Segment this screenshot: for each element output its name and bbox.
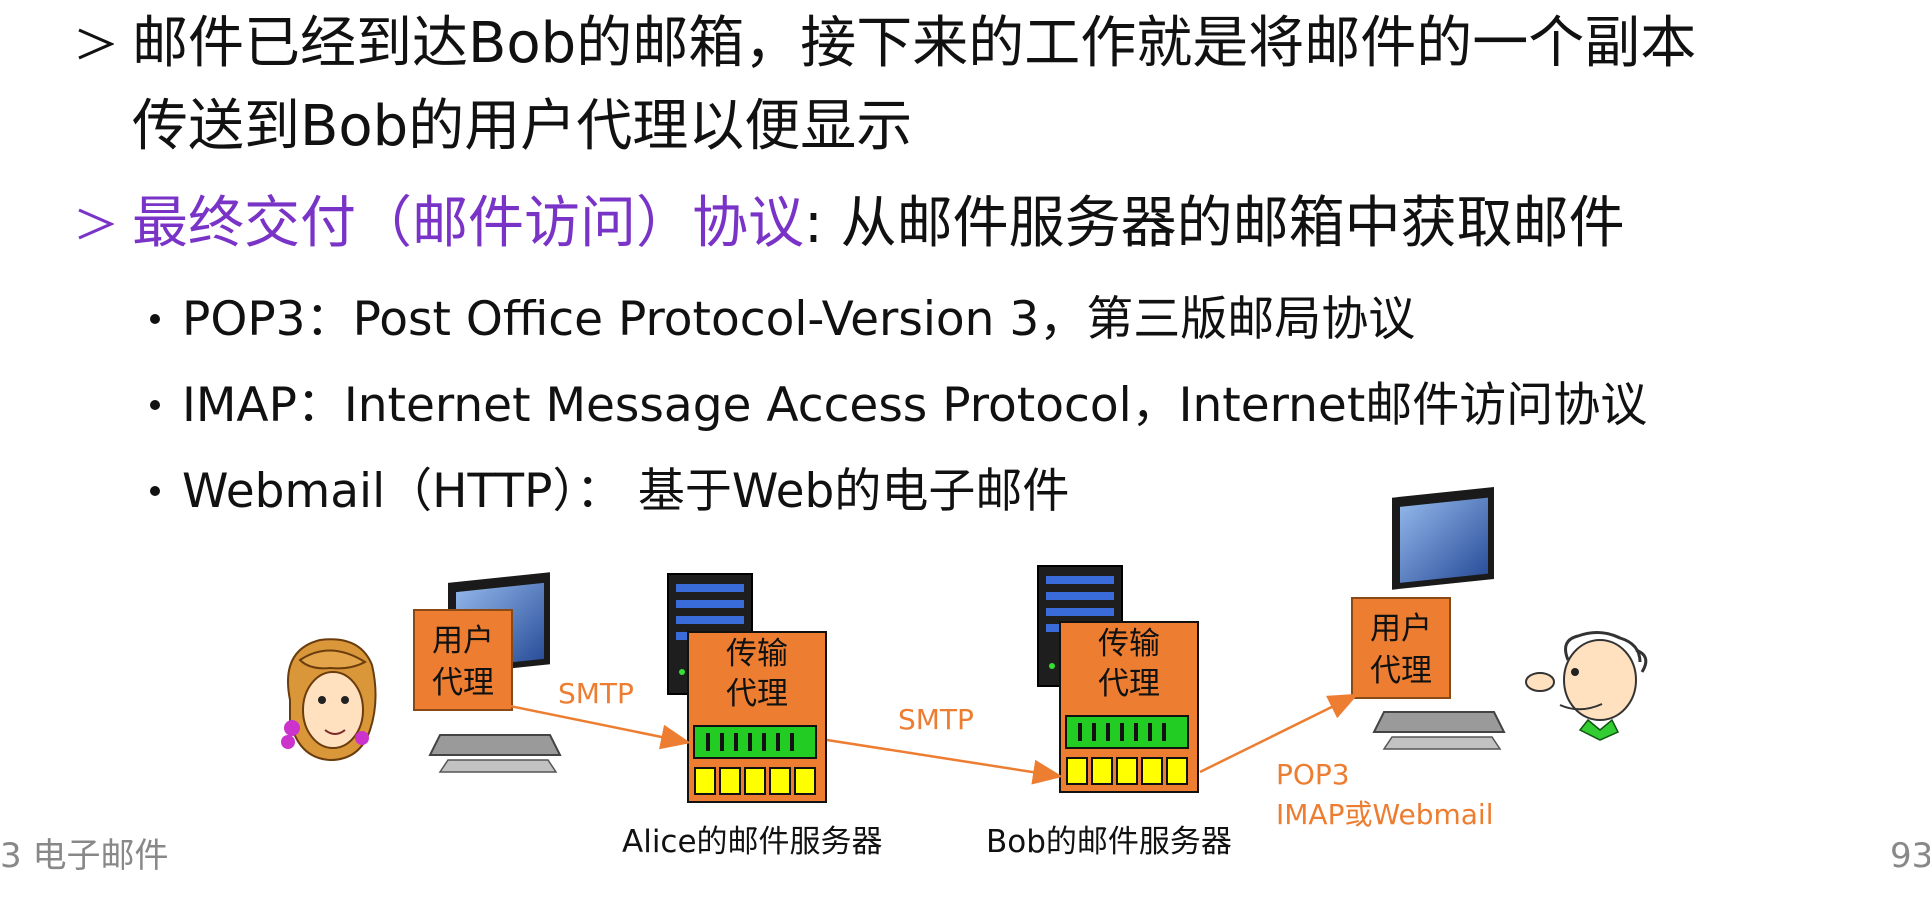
mta-alice-label-2: 代理 — [726, 676, 788, 712]
mta-bob-label-1: 传输 — [1098, 626, 1160, 662]
user-agent-left: 用户 代理 — [413, 609, 513, 711]
alice-avatar-icon — [281, 638, 377, 762]
alice-server-label: Alice的邮件服务器 — [622, 824, 883, 860]
email-delivery-diagram: 用户 代理 传输 代理 传输 代理 用户 代理 SMTP SMTP POP3 I… — [281, 486, 1648, 860]
ua-right-label-2: 代理 — [1370, 653, 1432, 689]
message-queue-icon — [693, 725, 817, 759]
mail-server-bob: 传输 代理 — [1059, 621, 1199, 793]
ua-left-label-2: 代理 — [432, 665, 494, 701]
footer-section: 3 电子邮件 — [0, 836, 169, 876]
message-queue-icon — [1065, 715, 1189, 749]
mail-server-alice: 传输 代理 — [687, 631, 827, 803]
bob-server-label: Bob的邮件服务器 — [986, 824, 1232, 860]
smtp-label-1: SMTP — [558, 677, 634, 710]
mailbox-slots-icon — [1066, 757, 1188, 785]
user-agent-right: 用户 代理 — [1351, 597, 1451, 699]
page-number: 93 — [1890, 836, 1930, 876]
ua-right-label-1: 用户 — [1370, 611, 1432, 647]
smtp-arrow-2 — [826, 738, 1063, 785]
ua-left-label-1: 用户 — [432, 623, 494, 659]
bob-avatar-icon — [1525, 631, 1648, 741]
mta-alice-label-1: 传输 — [726, 636, 788, 672]
mta-bob-label-2: 代理 — [1098, 666, 1160, 702]
smtp-label-2: SMTP — [898, 703, 974, 736]
mailbox-slots-icon — [694, 767, 816, 795]
imap-webmail-label: IMAP或Webmail — [1276, 798, 1494, 831]
pop3-label: POP3 — [1276, 758, 1350, 791]
